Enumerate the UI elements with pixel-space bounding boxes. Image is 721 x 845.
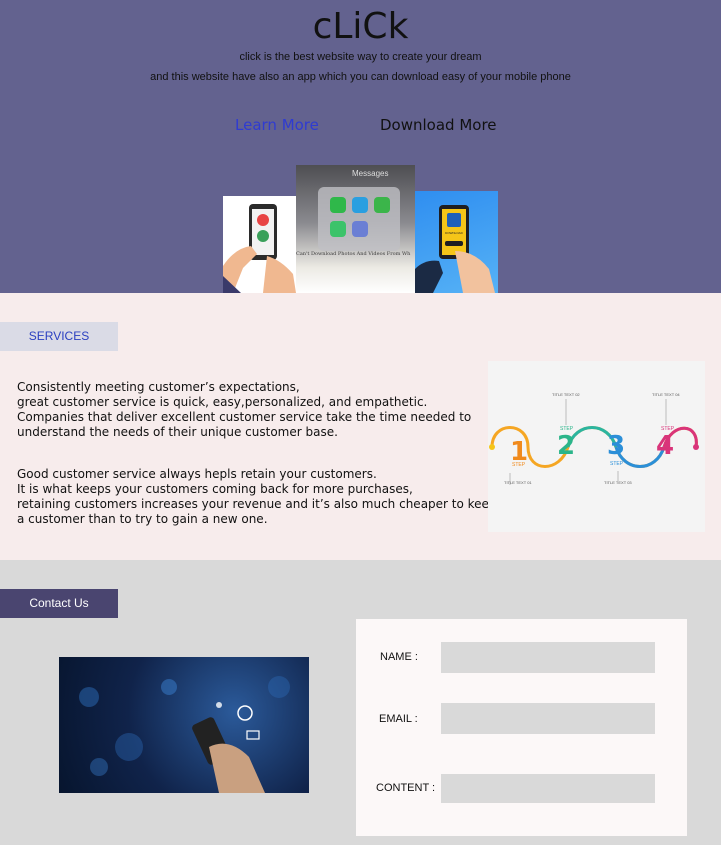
step-number-2: 2 [557,431,576,461]
step-title-4: TITLE TEXT 04 [652,392,680,397]
download-badge: DOWNLOAD [445,231,463,235]
site-logo: cLiCk [312,6,409,47]
step-word: STEP [610,461,624,467]
services-section: SERVICES Consistently meeting customer’s… [0,293,721,560]
content-label: CONTENT : [376,782,436,794]
image-caption: Can't Download Photos And Videos From Wh [296,251,411,257]
step-title-3: TITLE TEXT 03 [604,480,632,485]
services-text-line: understand the needs of their unique cus… [17,425,338,439]
contact-form: NAME : EMAIL : CONTENT : [356,619,687,836]
services-tag: SERVICES [0,322,118,351]
hand-phone-image [223,196,296,293]
step-word: STEP [512,462,526,468]
download-more-link[interactable]: Download More [380,116,497,134]
download-app-image: DOWNLOAD [415,191,498,293]
contact-tag: Contact Us [0,589,118,618]
name-label: NAME : [380,651,418,663]
contact-section: Contact Us NAME : EMAIL : CONTENT : [0,560,721,845]
content-input[interactable] [441,774,655,803]
services-text-line: a customer than to try to gain a new one… [17,512,268,526]
learn-more-link[interactable]: Learn More [235,116,319,134]
services-text-line: Consistently meeting customer’s expectat… [17,380,300,394]
step-title-1: TITLE TEXT 01 [504,480,532,485]
messages-app-image: Messages Can't Download Photos And Video… [296,165,415,293]
services-text-line: retaining customers increases your reven… [17,497,497,511]
hero-tagline-1: click is the best website way to create … [239,51,482,63]
email-input[interactable] [441,703,655,734]
email-label: EMAIL : [379,713,418,725]
services-text-line: Companies that deliver excellent custome… [17,410,472,424]
services-text-line: great customer service is quick, easy,pe… [17,395,428,409]
step-number-4: 4 [656,431,675,461]
step-number-3: 3 [607,431,626,461]
step-title-2: TITLE TEXT 02 [552,392,580,397]
hero-tagline-2: and this website have also an app which … [150,71,571,83]
hero-section: cLiCk click is the best website way to c… [0,0,721,293]
steps-infographic: 1 2 3 4 STEP STEP STEP STEP TITLE TEXT 0… [488,361,705,532]
step-word: STEP [560,426,574,432]
services-text-line: Good customer service always hepls retai… [17,467,377,481]
name-input[interactable] [441,642,655,673]
step-word: STEP [661,426,675,432]
contact-phone-image [59,657,309,793]
services-text-line: It is what keeps your customers coming b… [17,482,413,496]
